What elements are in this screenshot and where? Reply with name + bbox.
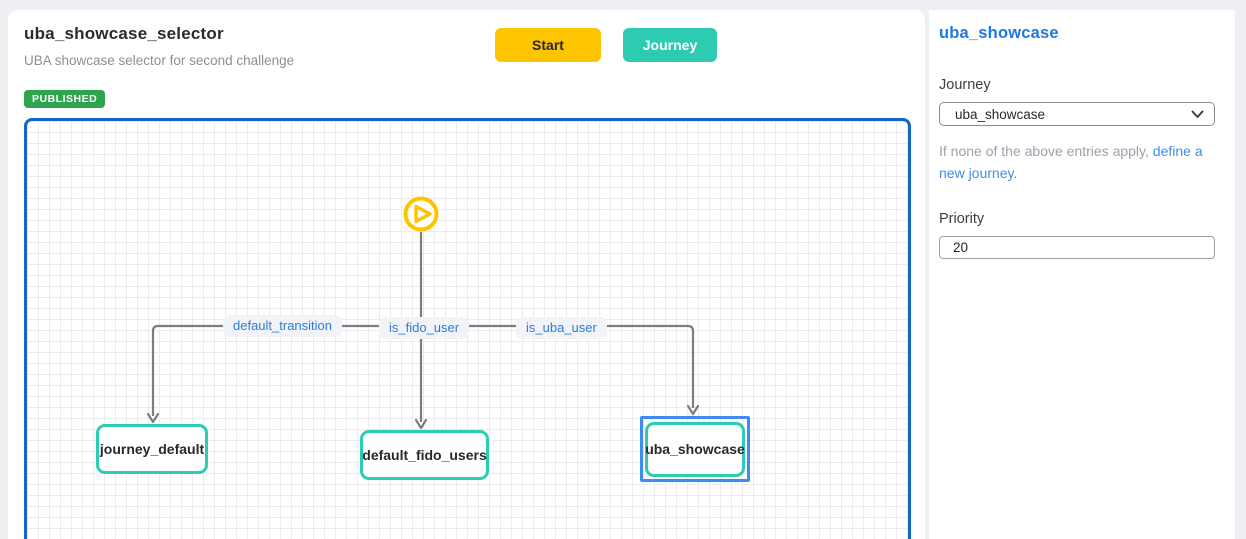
flow-editor-card: uba_showcase_selector UBA showcase selec… [8, 10, 925, 539]
journey-select-value: uba_showcase [955, 107, 1191, 122]
priority-field-label: Priority [939, 211, 1215, 227]
play-icon[interactable] [406, 199, 437, 230]
node-journey-default[interactable]: journey_default [96, 424, 208, 474]
start-button[interactable]: Start [495, 28, 601, 62]
priority-input[interactable] [939, 236, 1215, 259]
node-uba-showcase[interactable]: uba_showcase [645, 422, 745, 477]
journey-help-text: If none of the above entries apply, defi… [939, 141, 1221, 184]
chevron-down-icon [1191, 110, 1204, 119]
page-title: uba_showcase_selector [24, 24, 224, 44]
edge-label-is-fido-user[interactable]: is_fido_user [379, 317, 469, 339]
edge-label-default-transition[interactable]: default_transition [223, 315, 342, 337]
panel-title: uba_showcase [939, 24, 1215, 43]
journey-button[interactable]: Journey [623, 28, 717, 62]
page-subtitle: UBA showcase selector for second challen… [24, 50, 304, 72]
status-badge: PUBLISHED [24, 90, 105, 108]
help-text-prefix: If none of the above entries apply, [939, 143, 1153, 159]
edge-label-is-uba-user[interactable]: is_uba_user [516, 317, 607, 339]
journey-select[interactable]: uba_showcase [939, 102, 1215, 126]
node-selection-outline: uba_showcase [640, 416, 750, 482]
node-default-fido-users[interactable]: default_fido_users [360, 430, 489, 480]
flow-canvas[interactable]: default_transition is_fido_user is_uba_u… [24, 118, 911, 539]
journey-field-label: Journey [939, 77, 1215, 93]
properties-panel: uba_showcase Journey uba_showcase If non… [929, 10, 1235, 539]
